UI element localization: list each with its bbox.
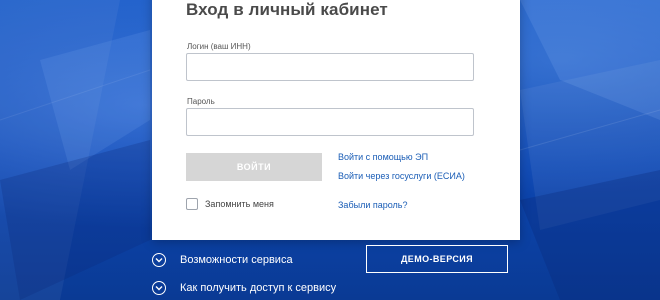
demo-button[interactable]: ДЕМО-ВЕРСИЯ: [366, 245, 508, 273]
ep-login-link[interactable]: Войти с помощью ЭП: [338, 152, 428, 162]
password-label: Пароль: [187, 97, 215, 106]
esia-login-link[interactable]: Войти через госуслуги (ЕСИА): [338, 171, 465, 181]
page-title: Вход в личный кабинет: [186, 0, 388, 19]
login-button[interactable]: ВОЙТИ: [186, 153, 322, 181]
login-input[interactable]: [186, 53, 474, 81]
access-toggle[interactable]: Как получить доступ к сервису: [152, 281, 336, 295]
chevron-down-circle-icon: [152, 253, 166, 267]
features-label: Возможности сервиса: [180, 254, 293, 266]
forgot-password-link[interactable]: Забыли пароль?: [338, 200, 407, 210]
password-input[interactable]: [186, 108, 474, 136]
chevron-down-circle-icon: [152, 281, 166, 295]
login-card: Вход в личный кабинет Логин (ваш ИНН) Па…: [152, 0, 520, 240]
remember-me[interactable]: Запомнить меня: [186, 198, 274, 210]
access-label: Как получить доступ к сервису: [180, 282, 337, 294]
login-label: Логин (ваш ИНН): [187, 42, 251, 51]
remember-label: Запомнить меня: [205, 199, 274, 209]
features-toggle[interactable]: Возможности сервиса: [152, 253, 293, 267]
remember-checkbox[interactable]: [186, 198, 198, 210]
